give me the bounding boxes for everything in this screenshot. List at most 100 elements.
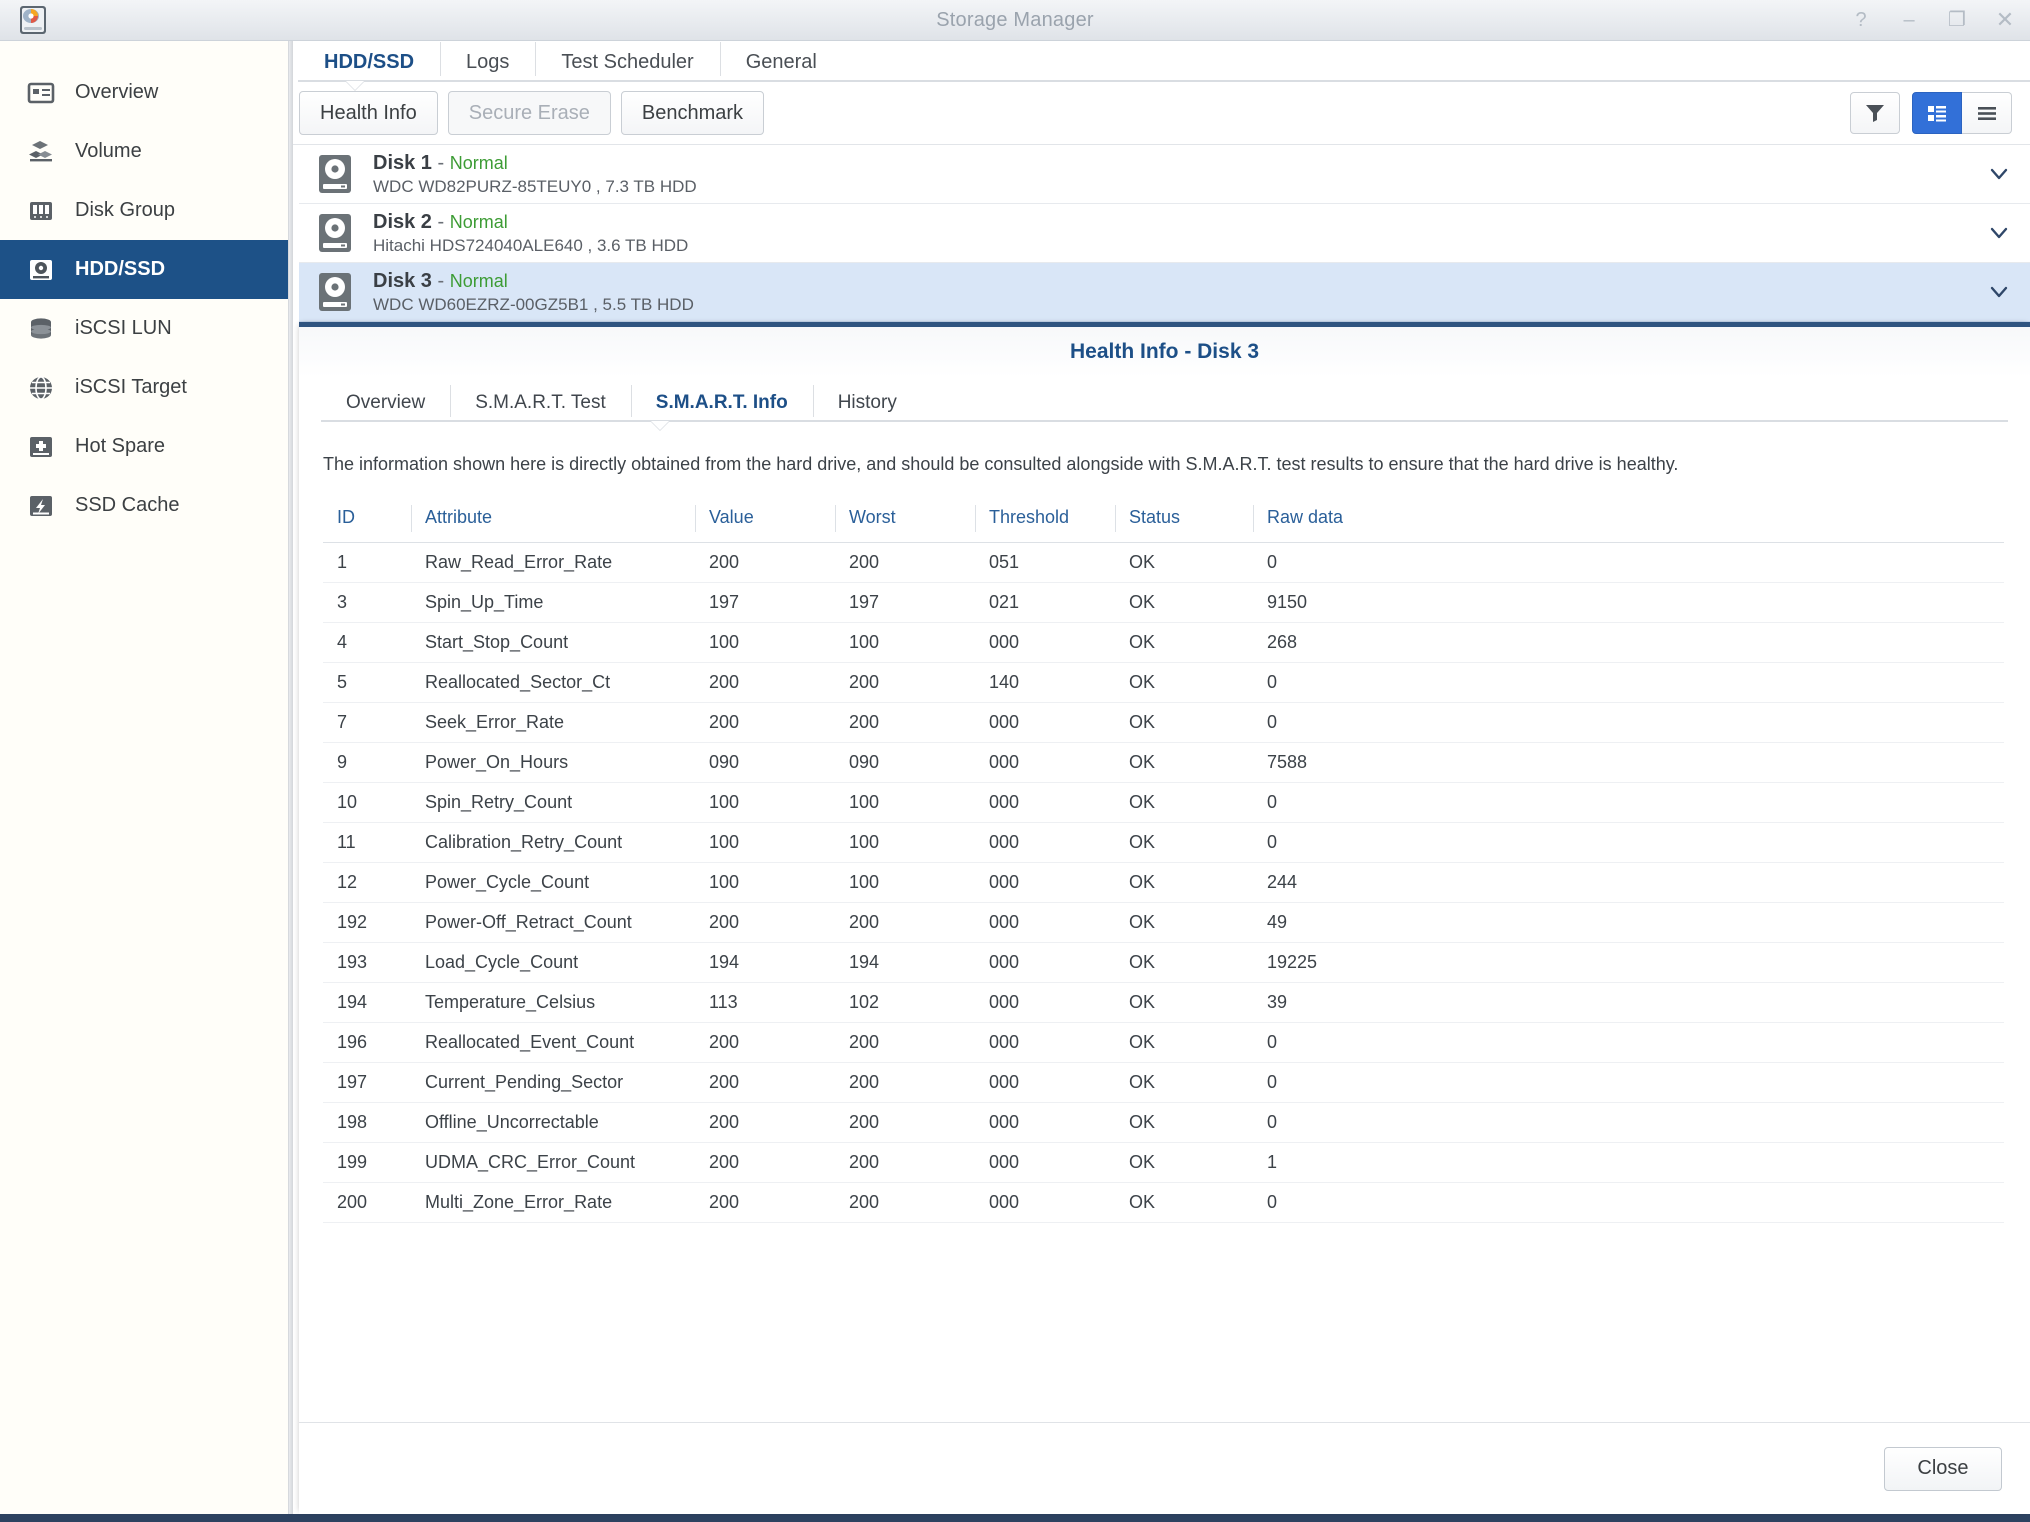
cell-threshold: 000 (975, 902, 1115, 944)
table-row[interactable]: 7 Seek_Error_Rate 200 200 000 OK 0 (323, 702, 2004, 744)
sidebar-item-label: HDD/SSD (75, 258, 166, 280)
sidebar-item-hdd-ssd[interactable]: HDD/SSD (0, 240, 288, 299)
close-button[interactable]: Close (1884, 1446, 2002, 1491)
cell-threshold: 000 (975, 862, 1115, 904)
tab-general[interactable]: General (719, 42, 843, 82)
cell-threshold: 000 (975, 982, 1115, 1024)
table-row[interactable]: 194 Temperature_Celsius 113 102 000 OK 3… (323, 982, 2004, 1024)
disk-title: Disk 3 - Normal (373, 270, 1974, 293)
cell-raw-data: 0 (1253, 822, 2004, 864)
table-row[interactable]: 1 Raw_Read_Error_Rate 200 200 051 OK 0 (323, 542, 2004, 584)
cell-attribute: Power_On_Hours (411, 742, 695, 784)
detail-view-button[interactable] (1912, 92, 1962, 134)
cell-id: 194 (323, 982, 411, 1024)
cell-value: 113 (695, 982, 835, 1024)
disk-model: WDC WD82PURZ-85TEUY0 , 7.3 TB HDD (373, 176, 697, 196)
table-row[interactable]: 3 Spin_Up_Time 197 197 021 OK 9150 (323, 582, 2004, 624)
disk-title-separator: - (437, 151, 445, 174)
disk-info: Disk 2 - Normal Hitachi HDS724040ALE640 … (373, 211, 1974, 256)
chevron-down-icon[interactable] (1986, 161, 2012, 187)
tab-smart-test[interactable]: S.M.A.R.T. Test (450, 385, 631, 422)
close-window-button[interactable]: ✕ (1994, 9, 2016, 31)
benchmark-button[interactable]: Benchmark (620, 91, 765, 135)
table-row[interactable]: 197 Current_Pending_Sector 200 200 000 O… (323, 1062, 2004, 1104)
disk-toolbar: Health Info Secure Erase Benchmark (289, 82, 2030, 144)
column-header-value[interactable]: Value (695, 503, 835, 544)
sidebar-item-hot-spare[interactable]: Hot Spare (0, 417, 288, 476)
table-row[interactable]: 12 Power_Cycle_Count 100 100 000 OK 244 (323, 862, 2004, 904)
cell-threshold: 000 (975, 702, 1115, 744)
cell-raw-data: 0 (1253, 1102, 2004, 1144)
table-row[interactable]: 199 UDMA_CRC_Error_Count 200 200 000 OK … (323, 1142, 2004, 1184)
disk-name: Disk 2 (373, 210, 432, 233)
volume-icon (29, 140, 52, 161)
cell-worst: 200 (835, 702, 975, 744)
cell-attribute: Power-Off_Retract_Count (411, 902, 695, 944)
health-info-button[interactable]: Health Info (299, 91, 438, 135)
tab-logs[interactable]: Logs (440, 42, 535, 82)
sidebar-item-iscsi-target[interactable]: iSCSI Target (0, 358, 288, 417)
column-header-raw-data[interactable]: Raw data (1253, 503, 2004, 544)
cell-status: OK (1115, 742, 1253, 784)
cell-status: OK (1115, 1182, 1253, 1224)
cell-raw-data: 39 (1253, 982, 2004, 1024)
sidebar-item-volume[interactable]: Volume (0, 122, 288, 181)
hot-spare-icon (30, 436, 52, 457)
cell-worst: 102 (835, 982, 975, 1024)
cell-status: OK (1115, 862, 1253, 904)
column-header-attribute[interactable]: Attribute (411, 503, 695, 544)
cell-worst: 200 (835, 1142, 975, 1184)
disk-title-separator: - (437, 269, 445, 292)
table-row[interactable]: 200 Multi_Zone_Error_Rate 200 200 000 OK… (323, 1182, 2004, 1224)
smart-info-description: The information shown here is directly o… (323, 454, 1679, 474)
table-row[interactable]: 4 Start_Stop_Count 100 100 000 OK 268 (323, 622, 2004, 664)
chevron-down-icon[interactable] (1986, 279, 2012, 305)
table-row[interactable]: 198 Offline_Uncorrectable 200 200 000 OK… (323, 1102, 2004, 1144)
table-row[interactable]: 10 Spin_Retry_Count 100 100 000 OK 0 (323, 782, 2004, 824)
cell-threshold: 000 (975, 1102, 1115, 1144)
sidebar-item-iscsi-lun[interactable]: iSCSI LUN (0, 299, 288, 358)
disk-list: Disk 1 - Normal WDC WD82PURZ-85TEUY0 , 7… (289, 144, 2030, 322)
cell-threshold: 000 (975, 1182, 1115, 1224)
tab-test-scheduler[interactable]: Test Scheduler (535, 42, 719, 82)
chevron-down-icon[interactable] (1986, 220, 2012, 246)
table-row[interactable]: 9 Power_On_Hours 090 090 000 OK 7588 (323, 742, 2004, 784)
table-row[interactable]: 11 Calibration_Retry_Count 100 100 000 O… (323, 822, 2004, 864)
cell-value: 200 (695, 542, 835, 584)
table-row[interactable]: 192 Power-Off_Retract_Count 200 200 000 … (323, 902, 2004, 944)
sidebar-item-ssd-cache[interactable]: SSD Cache (0, 476, 288, 535)
list-view-button[interactable] (1962, 92, 2012, 134)
table-row[interactable]: Disk 3 - Normal WDC WD60EZRZ-00GZ5B1 , 5… (299, 263, 2030, 322)
table-row[interactable]: 193 Load_Cycle_Count 194 194 000 OK 1922… (323, 942, 2004, 984)
cell-raw-data: 0 (1253, 662, 2004, 704)
cell-raw-data: 244 (1253, 862, 2004, 904)
column-header-threshold[interactable]: Threshold (975, 503, 1115, 544)
tab-history[interactable]: History (812, 385, 922, 422)
sidebar-item-label: Volume (75, 140, 142, 162)
cell-attribute: Multi_Zone_Error_Rate (411, 1182, 695, 1224)
cell-status: OK (1115, 1102, 1253, 1144)
cell-raw-data: 7588 (1253, 742, 2004, 784)
column-header-worst[interactable]: Worst (835, 503, 975, 544)
help-button[interactable]: ? (1850, 10, 1872, 30)
cell-raw-data: 0 (1253, 782, 2004, 824)
filter-button[interactable] (1850, 92, 1900, 134)
cell-status: OK (1115, 902, 1253, 944)
table-row[interactable]: 196 Reallocated_Event_Count 200 200 000 … (323, 1022, 2004, 1064)
sidebar-item-disk-group[interactable]: Disk Group (0, 181, 288, 240)
table-row[interactable]: 5 Reallocated_Sector_Ct 200 200 140 OK 0 (323, 662, 2004, 704)
sidebar-item-overview[interactable]: Overview (0, 63, 288, 122)
column-header-status[interactable]: Status (1115, 503, 1253, 544)
cell-value: 200 (695, 1062, 835, 1104)
sidebar-splitter[interactable] (289, 41, 293, 1514)
tab-overview[interactable]: Overview (321, 393, 450, 422)
column-header-id[interactable]: ID (323, 503, 411, 544)
tab-hdd-ssd[interactable]: HDD/SSD (298, 52, 440, 82)
minimize-button[interactable]: – (1898, 10, 1920, 30)
tab-smart-info[interactable]: S.M.A.R.T. Info (630, 385, 813, 422)
disk-group-icon (30, 201, 52, 220)
maximize-button[interactable]: ❐ (1946, 10, 1968, 30)
table-row[interactable]: Disk 2 - Normal Hitachi HDS724040ALE640 … (299, 204, 2030, 263)
cell-worst: 200 (835, 1062, 975, 1104)
table-row[interactable]: Disk 1 - Normal WDC WD82PURZ-85TEUY0 , 7… (299, 145, 2030, 204)
